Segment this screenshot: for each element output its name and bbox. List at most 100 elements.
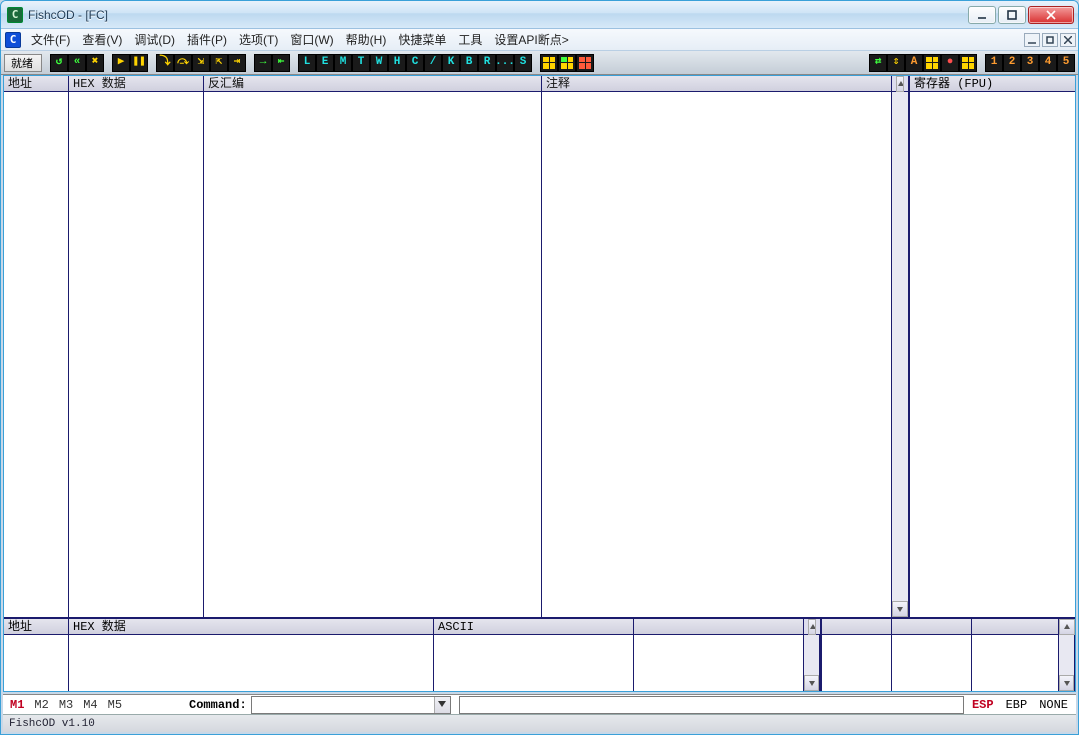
cpu-col-hex[interactable]: HEX 数据: [69, 76, 204, 91]
cpu-body[interactable]: [4, 92, 908, 617]
chevron-down-icon: [438, 701, 446, 709]
step-into-button[interactable]: ⤵: [156, 54, 174, 72]
cpu-scrollbar[interactable]: [892, 92, 908, 617]
registers-header[interactable]: 寄存器 (FPU): [910, 76, 1075, 92]
dump-col-ascii[interactable]: ASCII: [434, 619, 634, 634]
win-source-button[interactable]: S: [514, 54, 532, 72]
menu-tools[interactable]: 工具: [452, 29, 488, 50]
win-threads-button[interactable]: T: [352, 54, 370, 72]
run-to-ret-button[interactable]: ⇥: [228, 54, 246, 72]
scroll-up-button[interactable]: [808, 619, 816, 635]
step-over-button[interactable]: ⤼: [174, 54, 192, 72]
menu-api-bp[interactable]: 设置API断点>: [488, 29, 574, 50]
stop-button[interactable]: ✖: [86, 54, 104, 72]
goto-origin-button[interactable]: ⇤: [272, 54, 290, 72]
macro-m5[interactable]: M5: [105, 699, 125, 711]
win-patches-button[interactable]: /: [424, 54, 442, 72]
record-button[interactable]: ●: [941, 54, 959, 72]
win-references-button[interactable]: R: [478, 54, 496, 72]
origin-icon: ⇤: [278, 57, 285, 68]
trace-over-button[interactable]: ⇱: [210, 54, 228, 72]
win-log-button[interactable]: L: [298, 54, 316, 72]
win-breakpoints-button[interactable]: B: [460, 54, 478, 72]
dump-col-address[interactable]: 地址: [4, 619, 69, 634]
colors-button[interactable]: [923, 54, 941, 72]
dump1-button[interactable]: 1: [985, 54, 1003, 72]
menu-file[interactable]: 文件(F): [25, 29, 76, 50]
stack-body[interactable]: [822, 635, 1075, 691]
menu-window[interactable]: 窗口(W): [284, 29, 339, 50]
app-icon: [7, 7, 23, 23]
macro-m3[interactable]: M3: [56, 699, 76, 711]
cpu-col-comment[interactable]: 注释: [542, 76, 892, 91]
mdi-close-button[interactable]: [1060, 33, 1076, 47]
scroll-down-button[interactable]: [1059, 675, 1074, 691]
macro-m1[interactable]: M1: [7, 699, 27, 711]
menu-plugins[interactable]: 插件(P): [181, 29, 233, 50]
appearance-button-3[interactable]: [576, 54, 594, 72]
macro-m2[interactable]: M2: [31, 699, 51, 711]
dump-body[interactable]: [4, 635, 820, 691]
stack-col-3[interactable]: [972, 619, 1059, 634]
dump-scrollbar[interactable]: [804, 635, 820, 691]
command-input[interactable]: [251, 696, 451, 714]
scroll-down-button[interactable]: [892, 601, 908, 617]
arrange-button-2[interactable]: ⇕: [887, 54, 905, 72]
win-handles-button[interactable]: H: [388, 54, 406, 72]
dump2-button[interactable]: 2: [1003, 54, 1021, 72]
mdi-restore-button[interactable]: [1042, 33, 1058, 47]
stack-col-2[interactable]: [892, 619, 972, 634]
stack-label-esp[interactable]: ESP: [968, 699, 998, 711]
chevron-down-icon: [896, 605, 904, 613]
macro-m4[interactable]: M4: [80, 699, 100, 711]
maximize-button[interactable]: [998, 6, 1026, 24]
close-button[interactable]: [1028, 6, 1074, 24]
dump3-button[interactable]: 3: [1021, 54, 1039, 72]
run-button[interactable]: ▶: [112, 54, 130, 72]
minimize-button[interactable]: [968, 6, 996, 24]
win-runtrace-button[interactable]: ...: [496, 54, 514, 72]
appearance-button-1[interactable]: [540, 54, 558, 72]
stack-header: [822, 619, 1075, 635]
restart-button[interactable]: ↺: [50, 54, 68, 72]
stack-label-none[interactable]: NONE: [1035, 699, 1072, 711]
dump-col-hex[interactable]: HEX 数据: [69, 619, 434, 634]
goto-button[interactable]: →: [254, 54, 272, 72]
stack-label-ebp[interactable]: EBP: [1002, 699, 1032, 711]
menu-help[interactable]: 帮助(H): [340, 29, 393, 50]
trace-into-icon: ⇲: [198, 57, 205, 68]
arrange-button-1[interactable]: ⇄: [869, 54, 887, 72]
win-modules-button[interactable]: E: [316, 54, 334, 72]
command-dropdown-button[interactable]: [434, 697, 450, 713]
win-cpu-button[interactable]: C: [406, 54, 424, 72]
menu-options[interactable]: 选项(T): [233, 29, 284, 50]
menu-quick[interactable]: 快捷菜单: [392, 29, 452, 50]
scroll-up-button[interactable]: [896, 76, 904, 92]
dump-pane: 地址 HEX 数据 ASCII: [4, 619, 822, 691]
rewind-button[interactable]: «: [68, 54, 86, 72]
registers-body[interactable]: [910, 92, 1075, 617]
dump-scroll-hdr: [804, 619, 820, 634]
appearance-button-2[interactable]: [558, 54, 576, 72]
highlight-button[interactable]: [959, 54, 977, 72]
trace-into-button[interactable]: ⇲: [192, 54, 210, 72]
child-window-icon[interactable]: C: [5, 32, 21, 48]
menu-view[interactable]: 查看(V): [76, 29, 128, 50]
stack-scrollbar[interactable]: [1059, 635, 1075, 691]
menu-debug[interactable]: 调试(D): [128, 29, 181, 50]
font-button[interactable]: A: [905, 54, 923, 72]
stack-pane: [822, 619, 1075, 691]
win-windows-button[interactable]: W: [370, 54, 388, 72]
cpu-col-address[interactable]: 地址: [4, 76, 69, 91]
cpu-col-disasm[interactable]: 反汇编: [204, 76, 542, 91]
mdi-minimize-button[interactable]: [1024, 33, 1040, 47]
stack-col-1[interactable]: [822, 619, 892, 634]
win-memory-button[interactable]: M: [334, 54, 352, 72]
dump4-button[interactable]: 4: [1039, 54, 1057, 72]
pause-button[interactable]: ❚❚: [130, 54, 148, 72]
trace-over-icon: ⇱: [216, 57, 223, 68]
scroll-up-button[interactable]: [1059, 619, 1075, 635]
win-callstack-button[interactable]: K: [442, 54, 460, 72]
scroll-down-button[interactable]: [804, 675, 819, 691]
dump5-button[interactable]: 5: [1057, 54, 1075, 72]
